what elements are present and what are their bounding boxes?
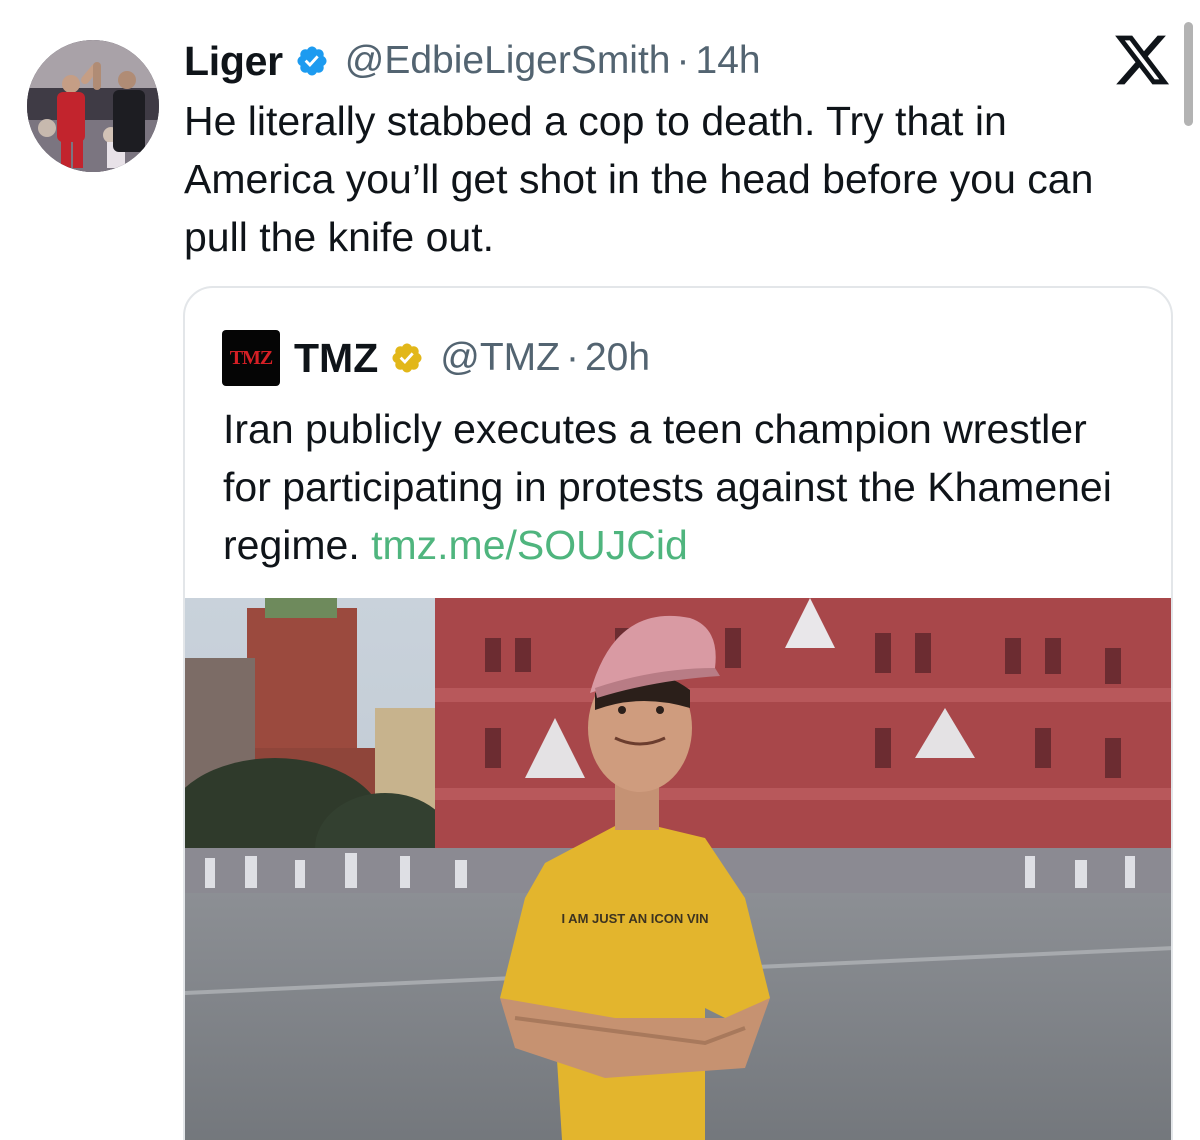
x-logo-icon[interactable] <box>1112 30 1172 90</box>
tweet-timestamp[interactable]: 14h <box>696 39 761 83</box>
avatar-photo <box>27 40 159 172</box>
tmz-avatar[interactable]: TMZ <box>222 330 280 386</box>
shirt-print-text: I AM JUST AN ICON VIN <box>561 911 708 926</box>
tweet-text: He literally stabbed a cop to death. Try… <box>184 98 1094 260</box>
author-avatar[interactable] <box>27 40 159 172</box>
quoted-timestamp[interactable]: 20h <box>585 336 650 380</box>
quoted-tweet-text: Iran publicly executes a teen champion w… <box>223 400 1143 574</box>
scrollbar-thumb[interactable] <box>1184 22 1193 126</box>
quoted-handle[interactable]: @TMZ <box>440 336 560 380</box>
quoted-header-separator: · <box>565 336 579 379</box>
tweet-header: Liger @EdbieLigerSmith · 14h <box>184 36 761 86</box>
verified-gold-badge-icon <box>390 341 424 375</box>
quoted-tweet-card[interactable]: TMZ TMZ @TMZ · 20h Iran publicly execute… <box>183 286 1173 1140</box>
quoted-display-name[interactable]: TMZ <box>294 335 378 382</box>
author-display-name[interactable]: Liger <box>184 38 283 85</box>
media-photo: I AM JUST AN ICON VIN <box>185 598 1171 1140</box>
author-handle[interactable]: @EdbieLigerSmith <box>345 39 671 83</box>
header-separator: · <box>676 39 690 82</box>
quoted-tweet-link[interactable]: tmz.me/SOUJCid <box>371 522 688 568</box>
verified-badge-icon <box>295 44 329 78</box>
quoted-tweet-header: TMZ TMZ @TMZ · 20h <box>222 330 650 386</box>
quoted-tweet-media[interactable]: I AM JUST AN ICON VIN <box>185 598 1171 1140</box>
